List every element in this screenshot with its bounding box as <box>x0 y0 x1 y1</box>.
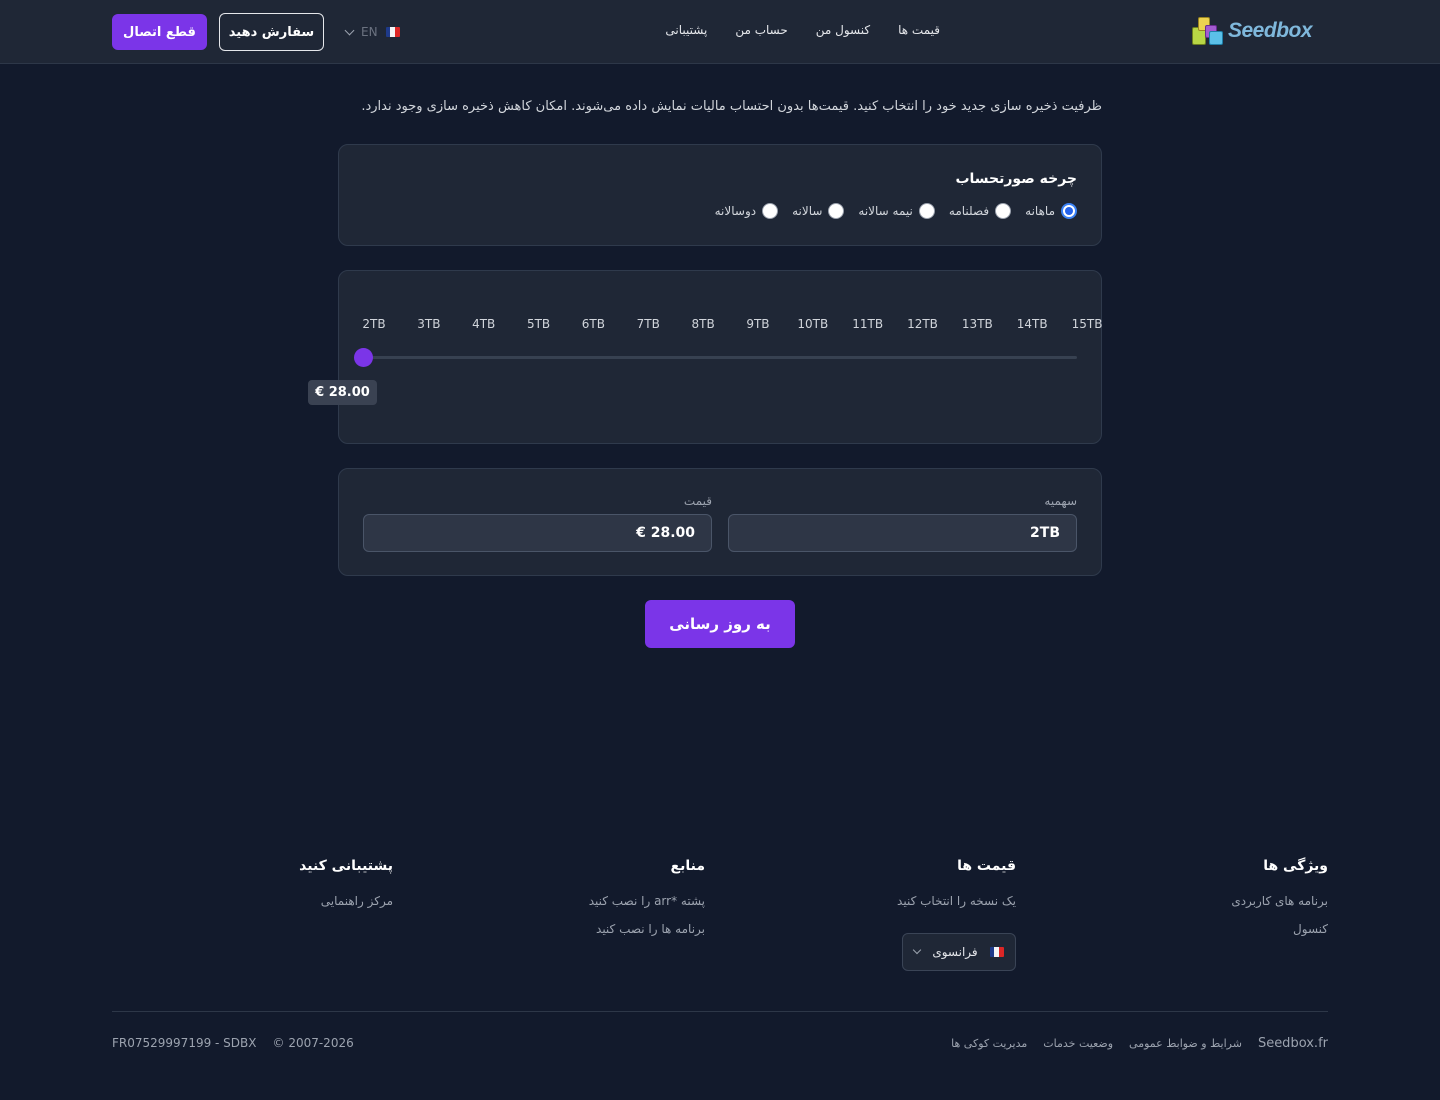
slider-thumb[interactable] <box>354 348 373 367</box>
nav-support[interactable]: پشتیبانی <box>665 23 707 41</box>
france-flag-icon <box>385 27 400 37</box>
company-id: FR07529997199 - SDBX <box>112 1036 257 1050</box>
chevron-down-icon <box>913 945 922 955</box>
footer-copyright: FR07529997199 - SDBX © 2007-2026 <box>112 1036 354 1050</box>
summary-card: سهمیه 2TB قیمت € 28.00 <box>338 468 1102 576</box>
radio-button[interactable] <box>918 203 935 219</box>
radio-label: فصلنامه <box>948 204 990 218</box>
copyright-text: © 2007-2026 <box>272 1036 354 1050</box>
billing-cycle-card: چرخه صورتحساب ماهانه فصلنامه نیمه سالانه… <box>338 144 1102 246</box>
top-navbar: Seedbox قیمت ها کنسول من حساب من پشتیبان… <box>0 0 1440 64</box>
footer-heading: قیمت ها <box>957 858 1016 874</box>
radio-semiannual[interactable]: نیمه سالانه <box>858 203 935 219</box>
slider-tick-label: 2TB <box>362 317 386 331</box>
radio-monthly[interactable]: ماهانه <box>1025 203 1077 219</box>
slider-tick-label: 8TB <box>691 317 715 331</box>
radio-quarterly[interactable]: فصلنامه <box>948 203 1012 219</box>
footer-link-install-arr[interactable]: پشته *arr را نصب کنید <box>505 894 705 922</box>
radio-button[interactable] <box>995 203 1012 219</box>
slider-tick-labels: 2TB 3TB 4TB 5TB 6TB 7TB 8TB 9TB 10TB 11TB 12TB 13TB… <box>339 317 1103 331</box>
quota-field: 2TB <box>728 514 1077 552</box>
slider-tick-label: 3TB <box>417 317 441 331</box>
language-code: EN <box>361 25 378 39</box>
price-label: قیمت <box>683 494 712 508</box>
footer-link-status[interactable]: وضعیت خدمات <box>1043 1037 1113 1050</box>
footer-divider <box>112 1011 1328 1012</box>
radio-button[interactable] <box>828 203 845 219</box>
slider-tick-label: 12TB <box>907 317 938 331</box>
quota-label: سهمیه <box>1044 494 1077 508</box>
footer-features-column: ویژگی ها برنامه های کاربردی کنسول <box>1128 858 1328 950</box>
footer-legal-links: Seedbox.fr شرایط و ضوابط عمومی وضعیت خدم… <box>951 1036 1328 1051</box>
slider-tick-label: 9TB <box>746 317 770 331</box>
radio-button-selected[interactable] <box>1061 203 1077 219</box>
footer-heading: منابع <box>670 858 705 874</box>
chevron-down-icon <box>344 25 355 35</box>
billing-cycle-options: ماهانه فصلنامه نیمه سالانه سالانه دوسالا… <box>715 203 1077 219</box>
footer-support-column: پشتیبانی کنید مرکز راهنمایی <box>193 858 393 922</box>
slider-tick-label: 14TB <box>1016 317 1048 331</box>
footer-pricing-column: قیمت ها یک نسخه را انتخاب کنید <box>816 858 1016 922</box>
slider-tick-label: 4TB <box>472 317 496 331</box>
radio-annual[interactable]: سالانه <box>792 203 845 219</box>
footer-heading: ویژگی ها <box>1263 858 1328 874</box>
update-button[interactable]: به روز رسانی <box>645 600 795 648</box>
disconnect-button[interactable]: قطع اتصال <box>112 14 207 50</box>
price-field: € 28.00 <box>363 514 712 552</box>
logo-wordmark: Seedbox <box>1228 19 1313 42</box>
nav-my-console[interactable]: کنسول من <box>816 23 870 41</box>
slider-tick-label: 7TB <box>636 317 660 331</box>
slider-tick-label: 10TB <box>797 317 829 331</box>
radio-label: دوسالانه <box>714 204 757 218</box>
locale-dropdown[interactable]: فرانسوی <box>902 933 1016 971</box>
footer-link-help-center[interactable]: مرکز راهنمایی <box>193 894 393 922</box>
footer-resources-column: منابع پشته *arr را نصب کنید برنامه ها را… <box>505 858 705 950</box>
billing-cycle-title: چرخه صورتحساب <box>955 171 1077 187</box>
slider-tick-label: 11TB <box>852 317 884 331</box>
radio-button[interactable] <box>762 203 779 219</box>
footer-link-choose-plan[interactable]: یک نسخه را انتخاب کنید <box>816 894 1016 922</box>
radio-label: سالانه <box>792 204 823 218</box>
footer-link-cookies[interactable]: مدیریت کوکی ها <box>951 1037 1027 1050</box>
radio-biennial[interactable]: دوسالانه <box>714 203 779 219</box>
footer-link-console[interactable]: کنسول <box>1128 922 1328 950</box>
seedbox-logo[interactable]: Seedbox <box>1192 14 1324 48</box>
footer-link-apps[interactable]: برنامه های کاربردی <box>1128 894 1328 922</box>
slider-tick-label: 5TB <box>526 317 551 331</box>
footer-brand[interactable]: Seedbox.fr <box>1258 1036 1328 1051</box>
nav-pricing[interactable]: قیمت ها <box>898 23 940 41</box>
intro-text: ظرفیت ذخیره سازی جدید خود را انتخاب کنید… <box>361 99 1102 114</box>
radio-label: ماهانه <box>1025 204 1055 218</box>
slider-tick-label: 6TB <box>581 317 605 331</box>
cubes-logo-icon <box>1192 15 1226 47</box>
storage-slider-card: 2TB 3TB 4TB 5TB 6TB 7TB 8TB 9TB 10TB 11TB 12TB 13TB… <box>338 270 1102 444</box>
footer-link-install-apps[interactable]: برنامه ها را نصب کنید <box>505 922 705 950</box>
locale-label: فرانسوی <box>932 945 978 959</box>
main-nav: قیمت ها کنسول من حساب من پشتیبانی <box>665 23 940 41</box>
order-button[interactable]: سفارش دهید <box>219 13 324 51</box>
language-selector[interactable]: EN <box>344 23 410 41</box>
slider-tick-label: 15TB <box>1071 317 1103 331</box>
price-tooltip: € 28.00 <box>308 380 377 405</box>
slider-track[interactable] <box>363 356 1077 359</box>
nav-my-account[interactable]: حساب من <box>735 23 787 41</box>
footer-link-terms[interactable]: شرایط و ضوابط عمومی <box>1129 1037 1242 1050</box>
radio-label: نیمه سالانه <box>858 204 913 218</box>
slider-tick-label: 13TB <box>961 317 993 331</box>
footer-heading: پشتیبانی کنید <box>299 858 393 874</box>
france-flag-icon <box>989 947 1004 957</box>
